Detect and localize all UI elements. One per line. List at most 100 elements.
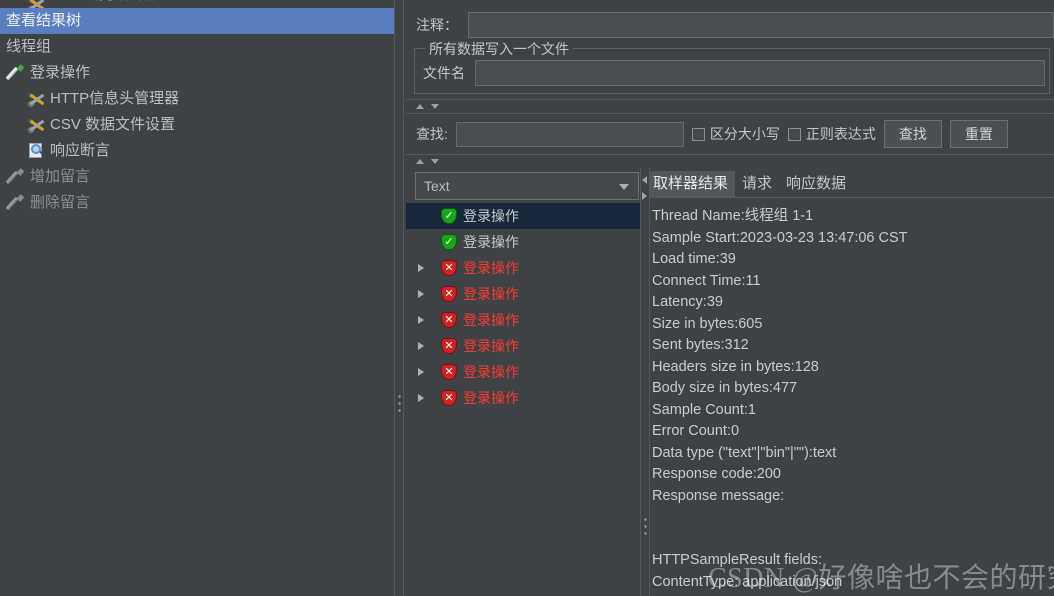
find-button[interactable]: 查找 [883, 120, 942, 148]
tree-node[interactable]: 登录操作 [0, 60, 394, 86]
write-all-data-groupbox: 所有数据写入一个文件 文件名 [414, 39, 1050, 94]
sample-result-label: 登录操作 [463, 338, 519, 354]
result-line: Load time:39 [652, 251, 736, 267]
tree-node[interactable]: 线程组 [0, 34, 394, 60]
tree-node[interactable]: 响应断言 [0, 138, 394, 164]
tree-node-label: 增加留言 [30, 168, 91, 185]
tree-node[interactable]: 删除留言 [0, 190, 394, 216]
sample-result-row[interactable]: ✓ 登录操作 [406, 229, 644, 255]
collapse-strip-bottom[interactable] [406, 154, 1054, 169]
result-line: Response message: [652, 487, 785, 504]
tree-node[interactable]: HTTP请求默认值 [0, 0, 394, 8]
result-tab[interactable]: 取样器结果 [646, 171, 736, 197]
result-line: HTTPSampleResult fields: [652, 552, 823, 568]
result-line: Body size in bytes:477 [652, 380, 798, 396]
results-splitter-grip-dots[interactable] [644, 518, 647, 535]
collapse-down-icon[interactable] [431, 104, 439, 109]
sample-result-row[interactable]: ✕ 登录操作 [406, 359, 644, 385]
sample-result-row[interactable]: ✕ 登录操作 [406, 385, 644, 411]
tree-node-label: 响应断言 [50, 142, 111, 159]
test-plan-tree-panel: HTTP请求默认值查看结果树线程组登录操作 HTTP信息头管理器 CSV 数据文件设… [0, 0, 394, 596]
tree-node-label: CSV 数据文件设置 [50, 116, 176, 133]
left-vertical-splitter[interactable] [394, 0, 404, 596]
sample-result-label: 登录操作 [463, 208, 519, 224]
result-line: Size in bytes:605 [652, 315, 763, 332]
case-sensitive-label: 区分大小写 [709, 126, 780, 142]
sampler-result-text: Thread Name:线程组 1-1 Sample Start:2023-03-… [644, 198, 1054, 596]
sample-result-label: 登录操作 [463, 286, 519, 302]
sample-result-row[interactable]: ✓ 登录操作 [406, 203, 644, 229]
tree-node-label: 登录操作 [30, 64, 91, 81]
result-tab[interactable]: 响应数据 [779, 171, 853, 197]
regex-checkbox[interactable]: 正则表达式 [787, 124, 876, 144]
pencil-green-icon [5, 64, 26, 82]
expand-arrow-icon[interactable] [415, 365, 429, 379]
sample-result-row[interactable]: ✕ 登录操作 [406, 307, 644, 333]
case-sensitive-checkbox[interactable]: 区分大小写 [691, 124, 780, 144]
result-line: Latency:39 [652, 294, 723, 310]
tools-icon [26, 90, 46, 109]
error-shield-icon: ✕ [441, 390, 457, 406]
result-line [652, 507, 1054, 529]
pencil-gray-icon [5, 194, 26, 212]
search-input[interactable] [455, 121, 684, 147]
pencil-gray-icon [5, 168, 26, 186]
sample-result-row[interactable]: ✕ 登录操作 [406, 281, 644, 307]
sample-result-label: 登录操作 [463, 312, 519, 328]
error-shield-icon: ✕ [441, 286, 457, 302]
comment-label: 注释： [416, 17, 458, 33]
splitter-collapse-right-icon[interactable] [642, 192, 647, 200]
test-plan-tree: HTTP请求默认值查看结果树线程组登录操作 HTTP信息头管理器 CSV 数据文件设… [0, 0, 394, 216]
tools-icon [26, 116, 46, 135]
reset-button[interactable]: 重置 [949, 120, 1008, 148]
comment-input[interactable] [468, 12, 1054, 38]
tree-node[interactable]: CSV 数据文件设置 [0, 112, 394, 138]
collapse-up-icon[interactable] [416, 104, 424, 109]
tree-node-label: 线程组 [6, 38, 52, 55]
collapse-strip-top[interactable] [406, 99, 1054, 114]
error-shield-icon: ✕ [441, 364, 457, 380]
filename-label: 文件名 [423, 65, 465, 81]
splitter-collapse-arrows[interactable] [642, 176, 650, 200]
filename-input[interactable] [475, 60, 1045, 86]
jmeter-view-results-tree-window: HTTP请求默认值查看结果树线程组登录操作 HTTP信息头管理器 CSV 数据文件设… [0, 0, 1054, 596]
expand-arrow-icon[interactable] [415, 391, 429, 405]
sample-result-label: 登录操作 [463, 260, 519, 276]
expand-arrow-icon[interactable] [415, 339, 429, 353]
collapse-up-icon-2[interactable] [416, 159, 424, 164]
regex-box-icon[interactable] [787, 127, 801, 141]
tree-node[interactable]: 增加留言 [0, 164, 394, 190]
results-vertical-splitter[interactable] [640, 168, 650, 596]
search-label: 查找: [416, 126, 448, 142]
result-line: Sent bytes:312 [652, 337, 749, 353]
success-shield-icon: ✓ [441, 208, 457, 224]
sample-result-row[interactable]: ✕ 登录操作 [406, 255, 644, 281]
collapse-down-icon-2[interactable] [431, 159, 439, 164]
chevron-down-icon[interactable] [619, 184, 629, 190]
tree-node-label: HTTP信息头管理器 [50, 90, 180, 107]
result-line: Error Count:0 [652, 423, 740, 439]
result-line: Response code:200 [652, 466, 781, 482]
expand-arrow-icon[interactable] [415, 261, 429, 275]
splitter-collapse-left-icon[interactable] [642, 176, 647, 184]
sample-result-list: ✓ 登录操作 ✓ 登录操作 ✕ 登录操作 ✕ 登录操作 ✕ 登录操作 ✕ 登录操作 ✕ 登录操作 ✕ 登录操作 [406, 203, 644, 411]
tree-node[interactable]: 查看结果树 [0, 8, 394, 34]
result-line: Sample Count:1 [652, 401, 756, 418]
splitter-grip-dots[interactable] [398, 395, 401, 412]
error-shield-icon: ✕ [441, 260, 457, 276]
renderer-select[interactable]: Text [415, 172, 639, 200]
renderer-select-value: Text [424, 178, 450, 194]
comment-row: 注释： [406, 8, 1054, 42]
sample-result-label: 登录操作 [463, 364, 519, 380]
expand-arrow-icon[interactable] [415, 313, 429, 327]
expand-arrow-icon[interactable] [415, 287, 429, 301]
sample-result-row[interactable]: ✕ 登录操作 [406, 333, 644, 359]
search-toolbar: 查找: 区分大小写 正则表达式 查找 重置 [406, 114, 1054, 154]
tree-node[interactable]: HTTP信息头管理器 [0, 86, 394, 112]
result-line: Thread Name:线程组 1-1 [652, 208, 814, 224]
regex-label: 正则表达式 [805, 126, 876, 142]
sample-result-label: 登录操作 [463, 390, 519, 406]
result-tab[interactable]: 请求 [735, 171, 779, 197]
case-sensitive-box-icon[interactable] [691, 127, 705, 141]
error-shield-icon: ✕ [441, 338, 457, 354]
